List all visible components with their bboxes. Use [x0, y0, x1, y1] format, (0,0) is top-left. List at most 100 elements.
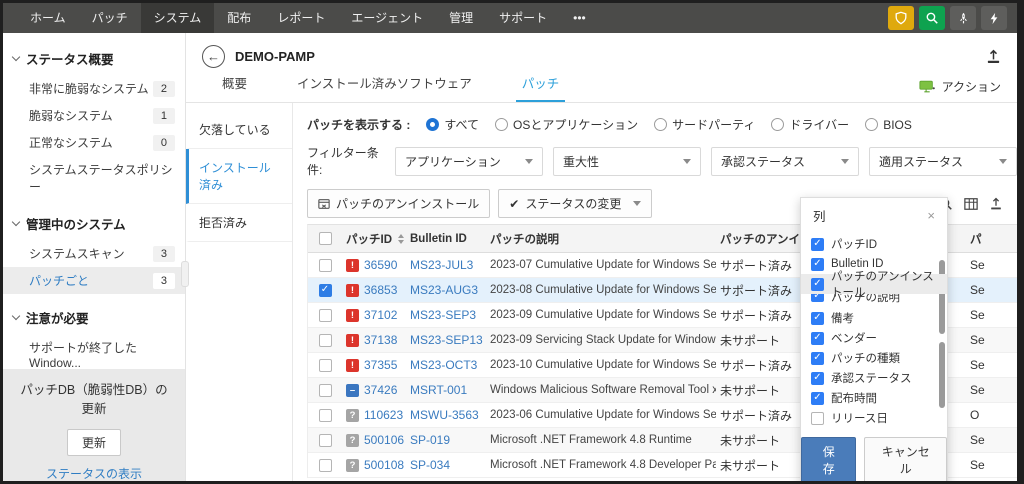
- sidebar-item-0-1[interactable]: 脆弱なシステム1: [3, 102, 185, 129]
- column-checkbox[interactable]: ✓: [811, 372, 824, 385]
- nav-item-5[interactable]: エージェント: [338, 3, 436, 33]
- radio-option-3[interactable]: ドライバー: [771, 116, 849, 133]
- select-all-checkbox[interactable]: [319, 232, 332, 245]
- bulletin-id-link[interactable]: MSRT-001: [410, 383, 467, 397]
- column-option-2[interactable]: ✓パッチのアンインストール: [801, 274, 947, 294]
- row-checkbox[interactable]: [319, 309, 332, 322]
- bulletin-id-link[interactable]: MS23-SEP3: [410, 308, 476, 322]
- export-icon[interactable]: [986, 49, 1001, 64]
- column-header-2[interactable]: パッチの説明: [486, 231, 716, 247]
- column-checkbox[interactable]: ✓: [811, 352, 824, 365]
- bulletin-id-link[interactable]: MSWU-3563: [410, 408, 479, 422]
- show-status-link[interactable]: ステータスの表示: [17, 465, 171, 481]
- column-header-1[interactable]: Bulletin ID: [406, 233, 486, 245]
- tab-1[interactable]: インストール済みソフトウェア: [291, 73, 478, 102]
- close-icon[interactable]: ×: [927, 208, 935, 223]
- sidebar-section-title[interactable]: 管理中のシステム: [3, 206, 185, 240]
- patch-id-link[interactable]: 37355: [364, 358, 397, 372]
- radio-option-1[interactable]: OSとアプリケーション: [495, 116, 638, 133]
- nav-item-7[interactable]: サポート: [486, 3, 560, 33]
- sidebar-item-0-3[interactable]: システムステータスポリシー: [3, 156, 185, 200]
- column-option-8[interactable]: ✓配布時間: [801, 388, 947, 408]
- patch-id-link[interactable]: 500106: [364, 433, 404, 447]
- actions-menu-button[interactable]: アクション: [919, 78, 1001, 102]
- rocket-icon[interactable]: [950, 6, 976, 30]
- tab-0[interactable]: 概要: [216, 73, 253, 102]
- sidebar-item-1-0[interactable]: システムスキャン3: [3, 240, 185, 267]
- row-checkbox[interactable]: [319, 334, 332, 347]
- back-button[interactable]: ←: [202, 45, 225, 68]
- column-checkbox[interactable]: [811, 412, 824, 425]
- bulletin-id-link[interactable]: SP-034: [410, 458, 450, 472]
- column-chooser-icon[interactable]: [964, 197, 978, 211]
- nav-item-4[interactable]: レポート: [264, 3, 338, 33]
- patch-id-link[interactable]: 37426: [364, 383, 397, 397]
- column-option-4[interactable]: ✓備考: [801, 308, 947, 328]
- status-tab-0[interactable]: 欠落している: [186, 111, 292, 149]
- row-checkbox[interactable]: [319, 259, 332, 272]
- column-option-7[interactable]: ✓承認ステータス: [801, 368, 947, 388]
- bulletin-id-link[interactable]: SP-019: [410, 433, 450, 447]
- sidebar-item-2-0[interactable]: サポートが終了した Window...: [3, 334, 185, 369]
- status-tab-2[interactable]: 拒否済み: [186, 204, 292, 242]
- patch-id-link[interactable]: 37102: [364, 308, 397, 322]
- row-checkbox[interactable]: [319, 359, 332, 372]
- column-checkbox[interactable]: ✓: [811, 258, 824, 271]
- radio-option-2[interactable]: サードパーティ: [654, 116, 755, 133]
- sidebar-resize-handle[interactable]: [181, 261, 189, 287]
- status-tab-1[interactable]: インストール済み: [186, 149, 292, 204]
- column-checkbox[interactable]: ✓: [811, 238, 824, 251]
- scrollbar-thumb[interactable]: [939, 342, 945, 408]
- search-icon[interactable]: [919, 6, 945, 30]
- column-checkbox[interactable]: ✓: [811, 332, 824, 345]
- column-option-5[interactable]: ✓ベンダー: [801, 328, 947, 348]
- patch-id-link[interactable]: 36590: [364, 258, 397, 272]
- cancel-button[interactable]: キャンセル: [864, 437, 947, 481]
- shield-icon[interactable]: [888, 6, 914, 30]
- nav-item-0[interactable]: ホーム: [17, 3, 79, 33]
- scrollbar-thumb[interactable]: [939, 260, 945, 334]
- update-button[interactable]: 更新: [67, 429, 121, 456]
- column-checkbox[interactable]: ✓: [811, 278, 824, 291]
- change-status-button[interactable]: ✔ ステータスの変更: [498, 189, 652, 218]
- bulletin-id-link[interactable]: MS23-AUG3: [410, 283, 478, 297]
- column-checkbox[interactable]: ✓: [811, 312, 824, 325]
- column-checkbox[interactable]: ✓: [811, 392, 824, 405]
- table-export-icon[interactable]: [989, 197, 1003, 211]
- bulletin-id-link[interactable]: MS23-SEP13: [410, 333, 483, 347]
- filter-select-3[interactable]: 適用ステータス: [869, 147, 1017, 176]
- sidebar-section-title[interactable]: 注意が必要: [3, 300, 185, 334]
- nav-item-1[interactable]: パッチ: [79, 3, 141, 33]
- bulletin-id-link[interactable]: MS23-JUL3: [410, 258, 473, 272]
- nav-item-8[interactable]: •••: [560, 3, 599, 33]
- patch-id-link[interactable]: 37138: [364, 333, 397, 347]
- row-checkbox[interactable]: ✓: [319, 284, 332, 297]
- column-option-9[interactable]: リリース日: [801, 408, 947, 428]
- column-option-6[interactable]: ✓パッチの種類: [801, 348, 947, 368]
- column-checkbox[interactable]: ✓: [811, 294, 824, 302]
- patch-id-link[interactable]: 36853: [364, 283, 397, 297]
- uninstall-patch-button[interactable]: パッチのアンインストール: [307, 189, 490, 218]
- column-header-0[interactable]: パッチID: [342, 231, 406, 247]
- radio-option-4[interactable]: BIOS: [865, 116, 912, 133]
- row-checkbox[interactable]: [319, 434, 332, 447]
- tab-2[interactable]: パッチ: [516, 73, 566, 102]
- column-option-0[interactable]: ✓パッチID: [801, 234, 947, 254]
- nav-item-2[interactable]: システム: [141, 3, 215, 33]
- row-checkbox[interactable]: [319, 384, 332, 397]
- sidebar-item-1-1[interactable]: パッチごと3: [3, 267, 185, 294]
- bolt-icon[interactable]: [981, 6, 1007, 30]
- bulletin-id-link[interactable]: MS23-OCT3: [410, 358, 477, 372]
- nav-item-3[interactable]: 配布: [214, 3, 264, 33]
- sort-icon[interactable]: [398, 234, 404, 244]
- row-checkbox[interactable]: [319, 409, 332, 422]
- chooser-scrollbar[interactable]: [938, 233, 945, 428]
- sidebar-item-0-2[interactable]: 正常なシステム0: [3, 129, 185, 156]
- sidebar-section-title[interactable]: ステータス概要: [3, 41, 185, 75]
- radio-option-0[interactable]: すべて: [426, 116, 479, 133]
- sidebar-item-0-0[interactable]: 非常に脆弱なシステム2: [3, 75, 185, 102]
- column-header-4[interactable]: パ: [966, 231, 1017, 247]
- nav-item-6[interactable]: 管理: [436, 3, 486, 33]
- patch-id-link[interactable]: 500108: [364, 458, 404, 472]
- filter-select-1[interactable]: 重大性: [553, 147, 701, 176]
